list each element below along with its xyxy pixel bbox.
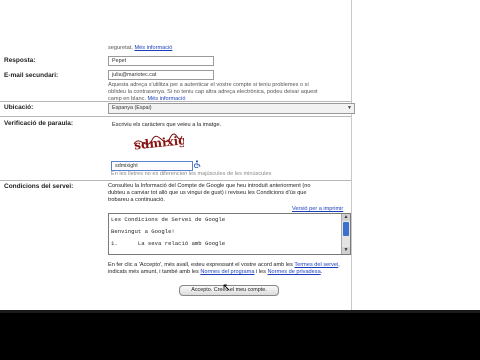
terms-intro-line: Consulteu la Informació del Compte de Go… — [108, 183, 311, 189]
secondary-email-input[interactable]: julia@mariotec.cat — [108, 70, 214, 80]
answer-input[interactable]: Pepet — [108, 56, 214, 66]
scroll-up-icon[interactable]: ▲ — [342, 214, 350, 221]
scroll-down-icon[interactable]: ▼ — [342, 247, 350, 254]
secondary-email-label: E-mail secundari: — [4, 72, 59, 79]
case-insensitive-note: En les lletres no es diferencien les maj… — [111, 171, 272, 177]
wheelchair-icon[interactable] — [193, 160, 201, 168]
answer-label: Resposta: — [4, 57, 36, 64]
content-right-border — [351, 0, 352, 310]
captcha-instruction: Escriviu els caràcters que veieu a la im… — [112, 122, 222, 128]
acceptance-text-part: i les — [254, 269, 268, 275]
location-label: Ubicació: — [4, 104, 34, 111]
privacy-policy-link[interactable]: Normes de privadesa — [268, 269, 321, 275]
secondary-email-help-line: oblideu la contrasenya. Si no teniu cap … — [108, 89, 318, 95]
chevron-down-icon: ▼ — [347, 105, 352, 111]
secondary-email-help-line: Aquesta adreça s'utilitza per a autentic… — [108, 82, 309, 88]
captcha-glyphs: sdmixigh — [134, 132, 184, 152]
captcha-input[interactable]: sdmixight — [111, 161, 193, 171]
printable-version-link[interactable]: Versió per a imprimir — [292, 206, 343, 213]
terms-textbox[interactable]: Les Condicions de Servei de Google Benvi… — [108, 213, 351, 255]
section-divider — [0, 101, 351, 102]
secondary-email-help: Aquesta adreça s'utilitza per a autentic… — [108, 82, 350, 103]
terms-intro-line: trobareu a continuació. — [108, 197, 165, 203]
location-select-value: Espanya (Espai) — [112, 105, 152, 111]
captcha-image: sdmixigh — [134, 132, 184, 152]
location-select[interactable]: Espanya (Espai) ▼ — [108, 103, 355, 114]
more-info-link-security[interactable]: Més informació — [134, 45, 172, 51]
section-divider — [0, 180, 351, 181]
security-note: seguretat. Més informació — [108, 45, 172, 52]
acceptance-text-part: . — [320, 269, 323, 275]
mouse-cursor-icon: ↖ — [222, 282, 232, 294]
security-note-text: seguretat. — [108, 45, 133, 51]
terms-intro: Consulteu la Informació del Compte de Go… — [108, 183, 350, 204]
terms-scrollbar[interactable]: ▲ ▼ — [341, 214, 350, 254]
terms-of-service-link[interactable]: Termes del servei — [294, 262, 338, 268]
terms-line: Benvingut a Google! — [111, 228, 175, 235]
word-verification-label: Verificació de paraula: — [4, 120, 74, 127]
acceptance-text: En fer clic a 'Accepto', més avall, este… — [108, 262, 350, 276]
signup-form-page: seguretat. Més informació Resposta: Pepe… — [0, 0, 480, 310]
viewport-bottom-edge — [0, 310, 480, 313]
terms-label: Condicions del servei: — [4, 183, 74, 190]
terms-line: Les Condicions de Servei de Google — [111, 216, 226, 223]
terms-line: 1. La seva relació amb Google — [111, 240, 226, 247]
acceptance-text-part: En fer clic a 'Accepto', més avall, este… — [108, 262, 295, 268]
program-policies-link[interactable]: Normes del programa — [200, 269, 254, 275]
scroll-thumb[interactable] — [343, 222, 349, 236]
section-divider — [0, 116, 351, 117]
terms-intro-line: dubteu a canviar tot allò que us vingui … — [108, 190, 307, 196]
